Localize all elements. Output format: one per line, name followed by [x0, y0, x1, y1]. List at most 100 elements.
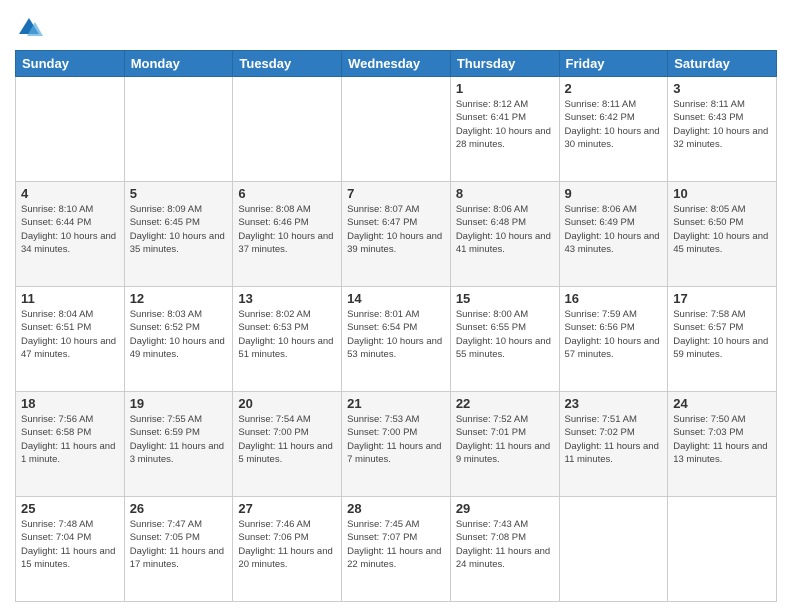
- day-number: 3: [673, 81, 771, 96]
- calendar-cell: 29Sunrise: 7:43 AM Sunset: 7:08 PM Dayli…: [450, 497, 559, 602]
- day-number: 22: [456, 396, 554, 411]
- calendar-cell: 27 Sunrise: 7:46 AM Sunset: 7:06 PM Dayli…: [233, 497, 342, 602]
- calendar-week-row: 25 Sunrise: 7:48 AM Sunset: 7:04 PM Dayli…: [16, 497, 777, 602]
- day-number: 25: [21, 501, 119, 516]
- day-info: Sunrise: 8:02 AM Sunset: 6:53 PM Dayligh…: [238, 308, 336, 361]
- day-number: 17: [673, 291, 771, 306]
- calendar-cell: 12 Sunrise: 8:03 AM Sunset: 6:52 PM Dayli…: [124, 287, 233, 392]
- day-number: 10: [673, 186, 771, 201]
- calendar-cell: 13 Sunrise: 8:02 AM Sunset: 6:53 PM Dayli…: [233, 287, 342, 392]
- day-number: 11: [21, 291, 119, 306]
- calendar-cell: [559, 497, 668, 602]
- calendar-cell: 14 Sunrise: 8:01 AM Sunset: 6:54 PM Dayli…: [342, 287, 451, 392]
- day-info: Sunrise: 7:43 AM Sunset: 7:08 PM Dayligh…: [456, 518, 554, 571]
- calendar-table: SundayMondayTuesdayWednesdayThursdayFrid…: [15, 50, 777, 602]
- day-info: Sunrise: 8:01 AM Sunset: 6:54 PM Dayligh…: [347, 308, 445, 361]
- day-info: Sunrise: 8:11 AM Sunset: 6:43 PM Dayligh…: [673, 98, 771, 151]
- weekday-header-wednesday: Wednesday: [342, 51, 451, 77]
- header: [15, 10, 777, 42]
- day-info: Sunrise: 7:58 AM Sunset: 6:57 PM Dayligh…: [673, 308, 771, 361]
- calendar-cell: 25 Sunrise: 7:48 AM Sunset: 7:04 PM Dayli…: [16, 497, 125, 602]
- calendar-cell: 6Sunrise: 8:08 AM Sunset: 6:46 PM Daylig…: [233, 182, 342, 287]
- calendar-cell: 19 Sunrise: 7:55 AM Sunset: 6:59 PM Dayli…: [124, 392, 233, 497]
- logo-icon: [15, 14, 43, 42]
- calendar-cell: 1 Sunrise: 8:12 AM Sunset: 6:41 PM Daylig…: [450, 77, 559, 182]
- day-number: 12: [130, 291, 228, 306]
- day-number: 14: [347, 291, 445, 306]
- calendar-cell: [124, 77, 233, 182]
- calendar-week-row: 1 Sunrise: 8:12 AM Sunset: 6:41 PM Daylig…: [16, 77, 777, 182]
- day-number: 5: [130, 186, 228, 201]
- day-info: Sunrise: 7:45 AM Sunset: 7:07 PM Dayligh…: [347, 518, 445, 571]
- day-number: 2: [565, 81, 663, 96]
- calendar-cell: 21 Sunrise: 7:53 AM Sunset: 7:00 PM Dayli…: [342, 392, 451, 497]
- calendar-cell: 22 Sunrise: 7:52 AM Sunset: 7:01 PM Dayli…: [450, 392, 559, 497]
- day-info: Sunrise: 8:00 AM Sunset: 6:55 PM Dayligh…: [456, 308, 554, 361]
- calendar-cell: 26 Sunrise: 7:47 AM Sunset: 7:05 PM Dayli…: [124, 497, 233, 602]
- day-info: Sunrise: 7:59 AM Sunset: 6:56 PM Dayligh…: [565, 308, 663, 361]
- day-number: 13: [238, 291, 336, 306]
- day-number: 15: [456, 291, 554, 306]
- calendar-cell: [233, 77, 342, 182]
- day-number: 28: [347, 501, 445, 516]
- day-info: Sunrise: 8:12 AM Sunset: 6:41 PM Dayligh…: [456, 98, 554, 151]
- weekday-header-friday: Friday: [559, 51, 668, 77]
- day-info: Sunrise: 7:47 AM Sunset: 7:05 PM Dayligh…: [130, 518, 228, 571]
- calendar-cell: 9Sunrise: 8:06 AM Sunset: 6:49 PM Daylig…: [559, 182, 668, 287]
- calendar-cell: 4Sunrise: 8:10 AM Sunset: 6:44 PM Daylig…: [16, 182, 125, 287]
- day-info: Sunrise: 7:51 AM Sunset: 7:02 PM Dayligh…: [565, 413, 663, 466]
- calendar-cell: 10 Sunrise: 8:05 AM Sunset: 6:50 PM Dayli…: [668, 182, 777, 287]
- calendar-week-row: 11 Sunrise: 8:04 AM Sunset: 6:51 PM Dayli…: [16, 287, 777, 392]
- day-info: Sunrise: 8:03 AM Sunset: 6:52 PM Dayligh…: [130, 308, 228, 361]
- day-number: 1: [456, 81, 554, 96]
- calendar-cell: 17 Sunrise: 7:58 AM Sunset: 6:57 PM Dayli…: [668, 287, 777, 392]
- day-number: 21: [347, 396, 445, 411]
- day-number: 27: [238, 501, 336, 516]
- calendar-cell: 16Sunrise: 7:59 AM Sunset: 6:56 PM Dayli…: [559, 287, 668, 392]
- day-number: 26: [130, 501, 228, 516]
- day-info: Sunrise: 7:54 AM Sunset: 7:00 PM Dayligh…: [238, 413, 336, 466]
- day-info: Sunrise: 8:06 AM Sunset: 6:48 PM Dayligh…: [456, 203, 554, 256]
- day-number: 20: [238, 396, 336, 411]
- day-info: Sunrise: 7:56 AM Sunset: 6:58 PM Dayligh…: [21, 413, 119, 466]
- calendar-cell: 20 Sunrise: 7:54 AM Sunset: 7:00 PM Dayli…: [233, 392, 342, 497]
- day-info: Sunrise: 8:09 AM Sunset: 6:45 PM Dayligh…: [130, 203, 228, 256]
- day-info: Sunrise: 7:52 AM Sunset: 7:01 PM Dayligh…: [456, 413, 554, 466]
- calendar-cell: [16, 77, 125, 182]
- day-number: 23: [565, 396, 663, 411]
- day-info: Sunrise: 8:10 AM Sunset: 6:44 PM Dayligh…: [21, 203, 119, 256]
- calendar-cell: 23 Sunrise: 7:51 AM Sunset: 7:02 PM Dayli…: [559, 392, 668, 497]
- day-info: Sunrise: 8:07 AM Sunset: 6:47 PM Dayligh…: [347, 203, 445, 256]
- day-number: 7: [347, 186, 445, 201]
- calendar-cell: [342, 77, 451, 182]
- calendar-week-row: 18 Sunrise: 7:56 AM Sunset: 6:58 PM Dayli…: [16, 392, 777, 497]
- calendar-cell: 2 Sunrise: 8:11 AM Sunset: 6:42 PM Daylig…: [559, 77, 668, 182]
- calendar-cell: 3 Sunrise: 8:11 AM Sunset: 6:43 PM Daylig…: [668, 77, 777, 182]
- calendar-cell: 8 Sunrise: 8:06 AM Sunset: 6:48 PM Daylig…: [450, 182, 559, 287]
- calendar-cell: 15 Sunrise: 8:00 AM Sunset: 6:55 PM Dayli…: [450, 287, 559, 392]
- day-info: Sunrise: 7:48 AM Sunset: 7:04 PM Dayligh…: [21, 518, 119, 571]
- day-info: Sunrise: 8:11 AM Sunset: 6:42 PM Dayligh…: [565, 98, 663, 151]
- calendar-cell: [668, 497, 777, 602]
- day-number: 19: [130, 396, 228, 411]
- day-info: Sunrise: 7:46 AM Sunset: 7:06 PM Dayligh…: [238, 518, 336, 571]
- calendar-cell: 5 Sunrise: 8:09 AM Sunset: 6:45 PM Daylig…: [124, 182, 233, 287]
- logo: [15, 14, 47, 42]
- day-info: Sunrise: 8:05 AM Sunset: 6:50 PM Dayligh…: [673, 203, 771, 256]
- calendar-cell: 24Sunrise: 7:50 AM Sunset: 7:03 PM Dayli…: [668, 392, 777, 497]
- weekday-header-tuesday: Tuesday: [233, 51, 342, 77]
- day-number: 6: [238, 186, 336, 201]
- day-info: Sunrise: 8:04 AM Sunset: 6:51 PM Dayligh…: [21, 308, 119, 361]
- day-number: 8: [456, 186, 554, 201]
- calendar-cell: 18 Sunrise: 7:56 AM Sunset: 6:58 PM Dayli…: [16, 392, 125, 497]
- weekday-header-thursday: Thursday: [450, 51, 559, 77]
- day-number: 18: [21, 396, 119, 411]
- day-info: Sunrise: 8:06 AM Sunset: 6:49 PM Dayligh…: [565, 203, 663, 256]
- day-info: Sunrise: 7:55 AM Sunset: 6:59 PM Dayligh…: [130, 413, 228, 466]
- day-info: Sunrise: 7:53 AM Sunset: 7:00 PM Dayligh…: [347, 413, 445, 466]
- weekday-header-sunday: Sunday: [16, 51, 125, 77]
- weekday-header-monday: Monday: [124, 51, 233, 77]
- page: SundayMondayTuesdayWednesdayThursdayFrid…: [0, 0, 792, 612]
- calendar-cell: 11 Sunrise: 8:04 AM Sunset: 6:51 PM Dayli…: [16, 287, 125, 392]
- day-info: Sunrise: 7:50 AM Sunset: 7:03 PM Dayligh…: [673, 413, 771, 466]
